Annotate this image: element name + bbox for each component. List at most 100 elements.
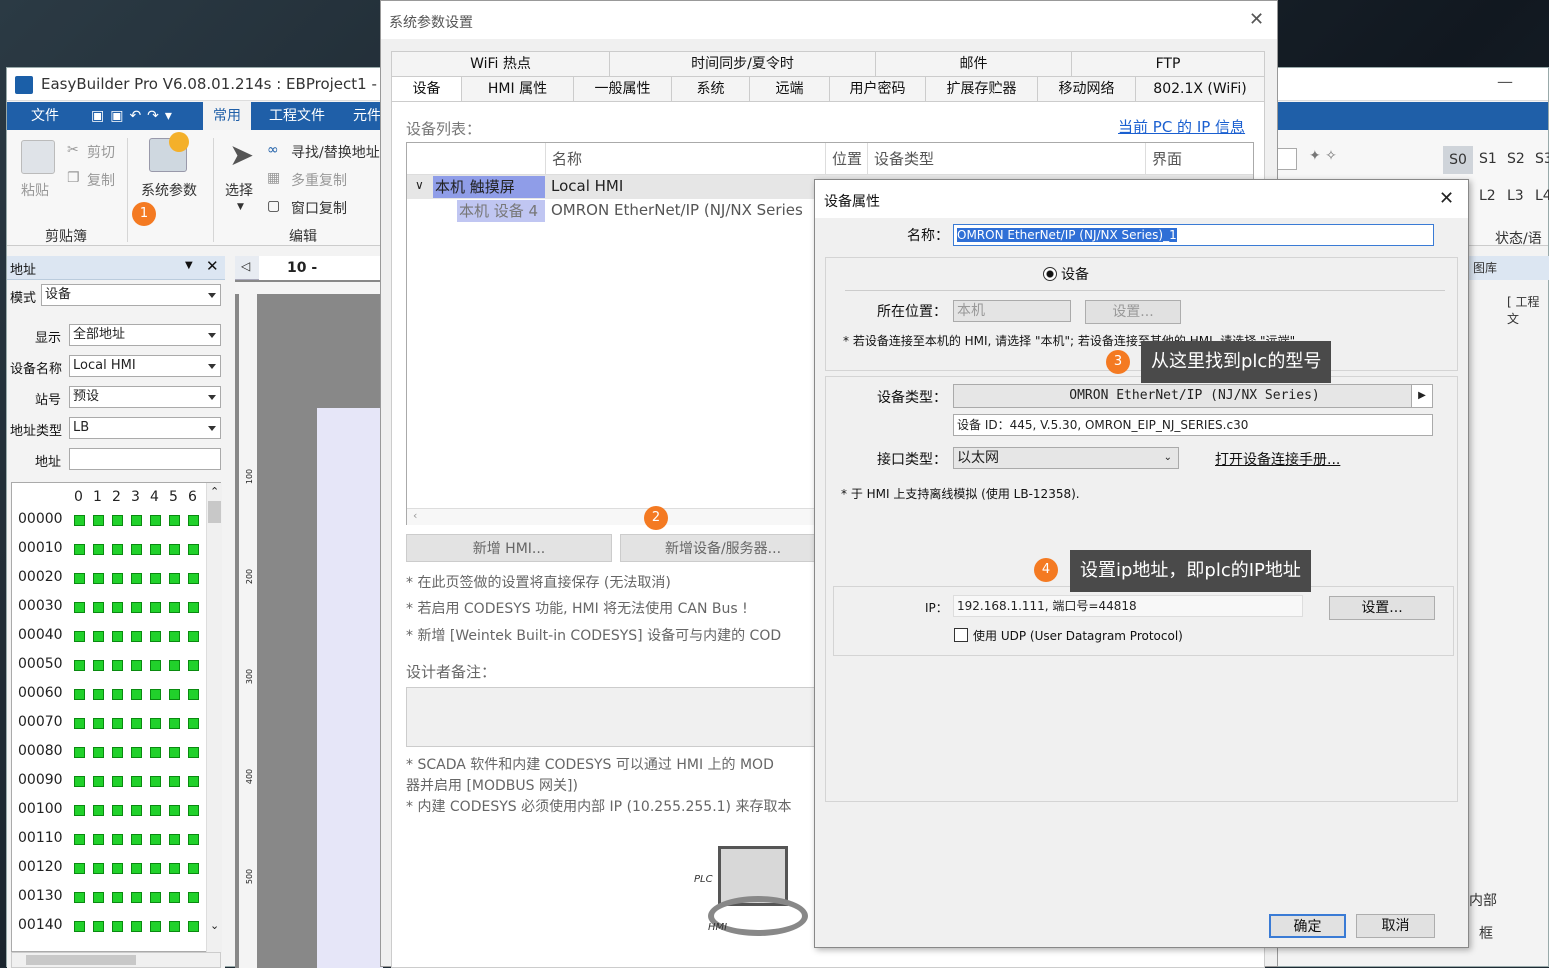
bit-status-indicator[interactable]: [112, 689, 123, 700]
tab-s0[interactable]: S0: [1443, 146, 1473, 174]
bit-status-indicator[interactable]: [150, 689, 161, 700]
bit-status-indicator[interactable]: [112, 544, 123, 555]
bit-status-indicator[interactable]: [150, 805, 161, 816]
bit-status-indicator[interactable]: [131, 718, 142, 729]
bit-status-indicator[interactable]: [112, 515, 123, 526]
bit-status-indicator[interactable]: [169, 660, 180, 671]
bit-status-indicator[interactable]: [150, 834, 161, 845]
chevron-left-icon[interactable]: ◁: [241, 259, 250, 273]
tab-l4[interactable]: L4: [1535, 188, 1549, 204]
display-select[interactable]: 全部地址: [69, 324, 221, 346]
bit-status-indicator[interactable]: [74, 718, 85, 729]
tab-s3[interactable]: S3: [1535, 151, 1549, 167]
tab-ftp[interactable]: FTP: [1071, 51, 1265, 76]
bit-status-indicator[interactable]: [93, 863, 104, 874]
bit-status-indicator[interactable]: [74, 602, 85, 613]
bit-status-indicator[interactable]: [188, 689, 199, 700]
bit-status-indicator[interactable]: [150, 631, 161, 642]
bit-status-indicator[interactable]: [169, 805, 180, 816]
location-select[interactable]: 本机: [953, 300, 1071, 322]
radio-device[interactable]: 设备: [1043, 264, 1089, 284]
tab-l2[interactable]: L2: [1479, 188, 1496, 204]
bit-status-indicator[interactable]: [112, 805, 123, 816]
bit-status-indicator[interactable]: [169, 515, 180, 526]
bit-status-indicator[interactable]: [150, 602, 161, 613]
tool-icon[interactable]: ✦ ✧: [1309, 148, 1337, 164]
bit-status-indicator[interactable]: [188, 718, 199, 729]
bit-status-indicator[interactable]: [112, 747, 123, 758]
tab-8021x[interactable]: 802.1X (WiFi): [1135, 76, 1265, 101]
bit-status-indicator[interactable]: [93, 602, 104, 613]
bit-status-indicator[interactable]: [74, 515, 85, 526]
ip-settings-button[interactable]: 设置...: [1329, 596, 1435, 620]
bit-status-indicator[interactable]: [169, 689, 180, 700]
system-params-button[interactable]: 系统参数: [141, 180, 197, 200]
bit-status-indicator[interactable]: [131, 834, 142, 845]
bit-status-indicator[interactable]: [93, 544, 104, 555]
bit-status-indicator[interactable]: [169, 892, 180, 903]
tab-l3[interactable]: L3: [1507, 188, 1524, 204]
chevron-up-icon[interactable]: ⌃: [210, 485, 219, 498]
tab-email[interactable]: 邮件: [875, 51, 1071, 76]
bit-status-indicator[interactable]: [74, 689, 85, 700]
address-input[interactable]: [69, 448, 221, 470]
bit-status-indicator[interactable]: [188, 573, 199, 584]
play-arrow-icon[interactable]: ▶: [1411, 385, 1432, 407]
bit-status-indicator[interactable]: [74, 631, 85, 642]
bit-status-indicator[interactable]: [112, 718, 123, 729]
bit-status-indicator[interactable]: [150, 718, 161, 729]
bit-status-indicator[interactable]: [131, 863, 142, 874]
bit-status-indicator[interactable]: [169, 544, 180, 555]
window-page[interactable]: [317, 408, 383, 968]
bit-status-indicator[interactable]: [188, 921, 199, 932]
close-icon[interactable]: ✕: [1249, 9, 1264, 30]
col-name[interactable]: 名称: [545, 143, 825, 175]
bit-status-indicator[interactable]: [150, 892, 161, 903]
bit-status-indicator[interactable]: [74, 805, 85, 816]
bit-status-indicator[interactable]: [169, 602, 180, 613]
bit-status-indicator[interactable]: [131, 631, 142, 642]
bit-status-indicator[interactable]: [74, 776, 85, 787]
bit-status-indicator[interactable]: [169, 863, 180, 874]
device-type-select[interactable]: OMRON EtherNet/IP (NJ/NX Series): [953, 384, 1433, 408]
bit-status-indicator[interactable]: [74, 863, 85, 874]
bit-status-indicator[interactable]: [131, 747, 142, 758]
bit-status-indicator[interactable]: [112, 892, 123, 903]
chevron-down-icon[interactable]: ▼: [185, 260, 193, 271]
tab-hmi-props[interactable]: HMI 属性: [461, 76, 573, 101]
bit-status-indicator[interactable]: [74, 573, 85, 584]
bit-status-indicator[interactable]: [112, 863, 123, 874]
bit-status-indicator[interactable]: [188, 544, 199, 555]
quick-access-icons[interactable]: ▣▣↶↷▾: [91, 108, 178, 124]
col-device-type[interactable]: 设备类型: [867, 143, 1145, 175]
add-device-button[interactable]: 新增设备/服务器...: [620, 534, 826, 562]
bit-status-indicator[interactable]: [150, 573, 161, 584]
bit-status-indicator[interactable]: [131, 892, 142, 903]
copy-icon[interactable]: ❐: [67, 170, 80, 186]
tab-project[interactable]: 工程文件: [259, 102, 335, 130]
select-button[interactable]: 选择: [225, 180, 253, 200]
close-icon[interactable]: ✕: [206, 257, 219, 275]
bit-status-indicator[interactable]: [74, 892, 85, 903]
bit-status-indicator[interactable]: [112, 573, 123, 584]
tab-remote[interactable]: 远端: [749, 76, 829, 101]
bit-status-indicator[interactable]: [169, 776, 180, 787]
bit-status-indicator[interactable]: [169, 747, 180, 758]
tab-user-password[interactable]: 用户密码: [829, 76, 925, 101]
bit-status-indicator[interactable]: [150, 515, 161, 526]
bit-status-indicator[interactable]: [169, 631, 180, 642]
bit-status-indicator[interactable]: [131, 573, 142, 584]
tab-mobile-network[interactable]: 移动网络: [1037, 76, 1135, 101]
name-input[interactable]: OMRON EtherNet/IP (NJ/NX Series)_1: [953, 224, 1434, 246]
grid-scrollbar[interactable]: ⌃ ⌄: [206, 483, 222, 953]
bit-status-indicator[interactable]: [112, 660, 123, 671]
bit-status-indicator[interactable]: [93, 892, 104, 903]
bit-status-indicator[interactable]: [93, 921, 104, 932]
paste-icon[interactable]: [21, 140, 55, 174]
designer-notes-textarea[interactable]: [406, 687, 846, 747]
find-replace-button[interactable]: 寻找/替换地址: [291, 142, 380, 162]
bit-status-indicator[interactable]: [188, 834, 199, 845]
bit-status-indicator[interactable]: [169, 921, 180, 932]
bit-status-indicator[interactable]: [188, 515, 199, 526]
bit-status-indicator[interactable]: [93, 805, 104, 816]
